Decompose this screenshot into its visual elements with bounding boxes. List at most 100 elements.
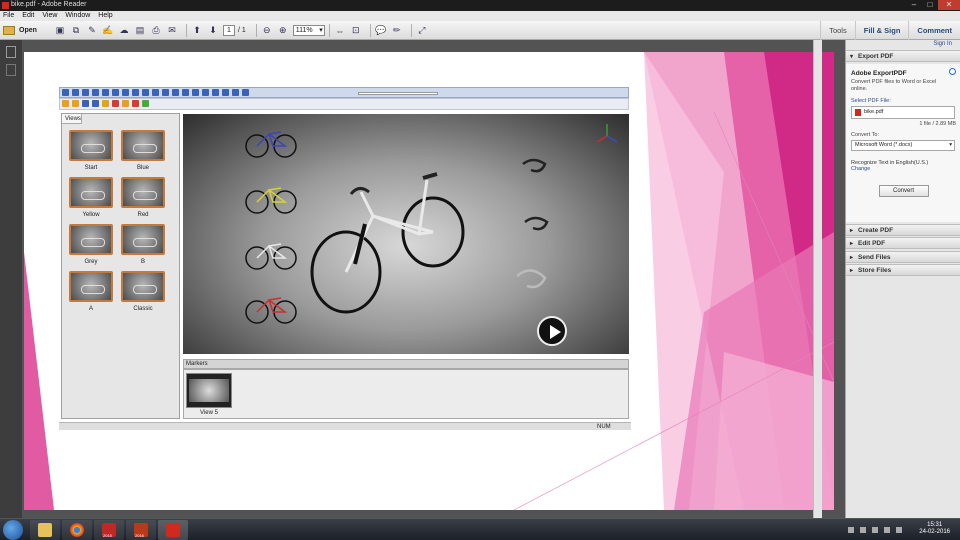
next-page-icon[interactable]: ⬇ <box>207 25 219 37</box>
camera-icon[interactable] <box>121 89 129 96</box>
network-icon[interactable] <box>872 527 878 533</box>
3d-scene[interactable] <box>183 114 629 354</box>
change-language-link[interactable]: Change <box>851 166 956 172</box>
cloud-icon[interactable]: ☁ <box>118 25 130 37</box>
open-button[interactable]: Open <box>3 24 37 37</box>
spin-icon[interactable] <box>71 89 79 96</box>
marker-thumb-view-5[interactable] <box>186 373 232 408</box>
create-pdf-icon[interactable]: ▣ <box>54 25 66 37</box>
print-icon[interactable]: ⎙ <box>150 25 162 37</box>
tree-icon[interactable] <box>161 89 169 96</box>
maximize-button[interactable]: □ <box>922 0 938 10</box>
measure-icon[interactable] <box>181 89 189 96</box>
section-icon[interactable] <box>171 89 179 96</box>
convert-button[interactable]: Convert <box>878 185 929 197</box>
3d-annotation[interactable]: Views Start Blue Yellow Red Grey B A Cla… <box>59 87 631 430</box>
page-number-input[interactable]: 1 <box>223 25 235 36</box>
view-thumb-start[interactable] <box>69 130 113 161</box>
rotate-icon[interactable] <box>61 89 69 96</box>
clock[interactable]: 15:31 24-02-2016 <box>919 522 950 536</box>
markup-icon[interactable] <box>111 100 119 107</box>
background-icon[interactable] <box>71 100 79 107</box>
menu-window[interactable]: Window <box>65 11 90 21</box>
view-thumb-a[interactable] <box>69 271 113 302</box>
render-mode-icon[interactable] <box>81 100 89 107</box>
tray-arrow-icon[interactable] <box>848 527 854 533</box>
play-button[interactable] <box>537 316 567 346</box>
prev-page-icon[interactable]: ⬆ <box>191 25 203 37</box>
battery-icon[interactable] <box>896 527 902 533</box>
close-button[interactable]: ✕ <box>938 0 960 10</box>
chevron-down-icon: ▾ <box>850 54 854 60</box>
document-viewport[interactable]: Views Start Blue Yellow Red Grey B A Cla… <box>22 40 836 518</box>
view-thumb-classic[interactable] <box>121 271 165 302</box>
pause-icon[interactable] <box>211 89 219 96</box>
fly-icon[interactable] <box>111 89 119 96</box>
volume-icon[interactable] <box>884 527 890 533</box>
cross-section-icon[interactable] <box>91 100 99 107</box>
menu-help[interactable]: Help <box>98 11 112 21</box>
loop-icon[interactable] <box>241 89 249 96</box>
view-thumb-red[interactable] <box>121 177 165 208</box>
zoom-in-icon[interactable]: ⊕ <box>277 25 289 37</box>
lighting-icon[interactable] <box>61 100 69 107</box>
taskbar-app-2015[interactable]: 2015 <box>94 520 124 540</box>
fit-page-icon[interactable]: ⊡ <box>350 25 362 37</box>
start-button[interactable] <box>3 520 23 540</box>
email-icon[interactable]: ✉ <box>166 25 178 37</box>
taskbar-adobe-reader[interactable] <box>158 520 188 540</box>
edit-pdf-header[interactable]: ▸ Edit PDF <box>846 237 960 249</box>
pan-icon[interactable] <box>81 89 89 96</box>
zoom-out-icon[interactable]: ⊖ <box>261 25 273 37</box>
combine-icon[interactable]: ⧉ <box>70 25 82 37</box>
fit-width-icon[interactable]: ⇔ <box>334 25 346 37</box>
walk-icon[interactable] <box>101 89 109 96</box>
view-thumb-yellow[interactable] <box>69 177 113 208</box>
selected-file[interactable]: bike.pdf <box>851 106 955 119</box>
taskbar-app-2016[interactable]: 2016 <box>126 520 156 540</box>
sign-icon[interactable]: ✍ <box>102 25 114 37</box>
vertical-scrollbar[interactable] <box>813 40 822 518</box>
edit-icon[interactable]: ✎ <box>86 25 98 37</box>
stop-icon[interactable] <box>221 89 229 96</box>
info-icon[interactable] <box>131 89 139 96</box>
sign-in-link[interactable]: Sign In <box>933 41 952 47</box>
export-pdf-header[interactable]: ▾ Export PDF <box>846 50 960 62</box>
taskbar-explorer[interactable] <box>30 520 60 540</box>
zoom-select[interactable]: 111% <box>292 25 325 36</box>
save-icon[interactable]: ▤ <box>134 25 146 37</box>
store-files-header[interactable]: ▸ Store Files <box>846 264 960 276</box>
full-screen-icon[interactable]: ⤢ <box>416 25 428 37</box>
animation-slider[interactable] <box>358 92 438 95</box>
play-back-icon[interactable] <box>191 89 199 96</box>
view-thumb-grey[interactable] <box>69 224 113 255</box>
tray-flag-icon[interactable] <box>860 527 866 533</box>
create-pdf-header[interactable]: ▸ Create PDF <box>846 224 960 236</box>
send-files-header[interactable]: ▸ Send Files <box>846 251 960 263</box>
home-icon[interactable] <box>141 89 149 96</box>
paint-icon[interactable] <box>101 100 109 107</box>
views-icon[interactable] <box>151 89 159 96</box>
comment-icon[interactable]: 💬 <box>375 25 387 37</box>
step-forward-icon[interactable] <box>231 89 239 96</box>
taskbar-chrome[interactable] <box>62 520 92 540</box>
view-thumb-blue[interactable] <box>121 130 165 161</box>
tab-comment[interactable]: Comment <box>908 21 960 40</box>
menu-file[interactable]: File <box>3 11 14 21</box>
note-icon[interactable] <box>141 100 149 107</box>
menu-view[interactable]: View <box>42 11 57 21</box>
pages-icon[interactable] <box>6 46 16 58</box>
step-back-icon[interactable] <box>201 89 209 96</box>
shape-icon[interactable] <box>131 100 139 107</box>
view-thumb-b[interactable] <box>121 224 165 255</box>
views-tab[interactable]: Views <box>62 114 82 124</box>
tab-fill-sign[interactable]: Fill & Sign <box>854 21 909 40</box>
tab-tools[interactable]: Tools <box>820 21 855 40</box>
zoom-3d-icon[interactable] <box>91 89 99 96</box>
menu-edit[interactable]: Edit <box>22 11 34 21</box>
minimize-button[interactable]: – <box>906 0 922 10</box>
callout-icon[interactable] <box>121 100 129 107</box>
attachments-icon[interactable] <box>6 64 16 76</box>
highlight-icon[interactable]: ✏ <box>391 25 403 37</box>
convert-to-select[interactable]: Microsoft Word (*.docx) <box>851 140 955 151</box>
